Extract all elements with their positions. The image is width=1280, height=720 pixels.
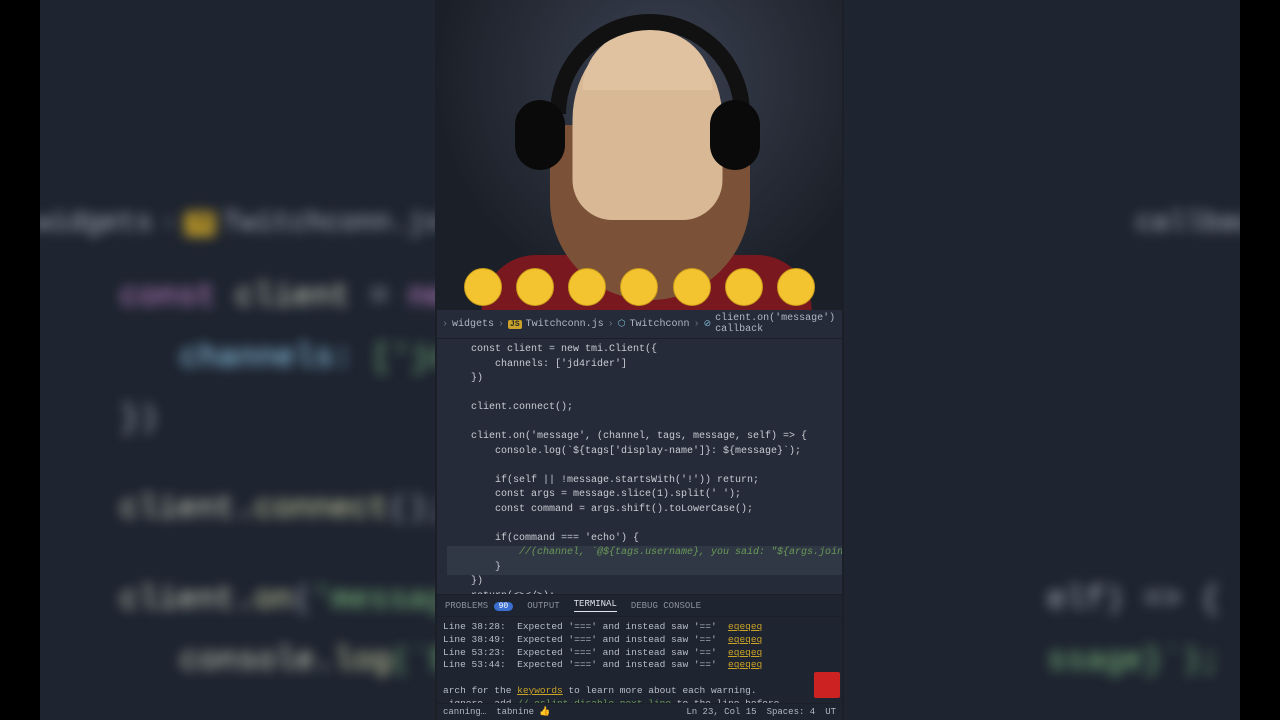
tab-output[interactable]: OUTPUT: [527, 601, 559, 611]
emoji-icon: [725, 268, 763, 306]
chevron-icon: ›: [608, 319, 614, 330]
emoji-icon: [673, 268, 711, 306]
play-icon: [814, 672, 840, 698]
js-icon: JS: [185, 212, 215, 236]
chevron-icon: ›: [160, 208, 177, 239]
chevron-icon: ›: [694, 319, 700, 330]
bg-breadcrumb-file: Twitchconn.js: [223, 208, 441, 239]
symbol-icon: ⬡: [618, 319, 626, 329]
terminal-output[interactable]: Line 38:28: Expected '===' and instead s…: [437, 617, 842, 717]
breadcrumb-symbol[interactable]: Twitchconn: [630, 319, 690, 330]
video-column: › widgets › JS Twitchconn.js › ⬡ Twitchc…: [437, 0, 842, 720]
chevron-icon: ›: [498, 319, 504, 330]
status-encoding[interactable]: UT: [825, 707, 836, 717]
bg-breadcrumb-folder: widgets: [35, 208, 153, 239]
breadcrumb-callback[interactable]: client.on('message') callback: [715, 313, 837, 335]
emoji-icon: [568, 268, 606, 306]
js-icon: JS: [508, 320, 522, 329]
letterbox-right: [1240, 0, 1280, 720]
status-bar: canning… tabnine 👍 Ln 23, Col 15 Spaces:…: [437, 703, 842, 720]
callback-icon: ⊘: [704, 319, 712, 329]
breadcrumb-file[interactable]: Twitchconn.js: [526, 319, 604, 330]
status-scanning[interactable]: canning…: [443, 707, 486, 717]
tab-problems[interactable]: PROBLEMS 90: [445, 601, 513, 611]
tab-debug-console[interactable]: DEBUG CONSOLE: [631, 601, 701, 611]
breadcrumb[interactable]: › widgets › JS Twitchconn.js › ⬡ Twitchc…: [437, 310, 842, 339]
problems-count-badge: 90: [494, 602, 514, 611]
code-editor[interactable]: const client = new tmi.Client({ channels…: [437, 339, 842, 594]
tab-terminal[interactable]: TERMINAL: [574, 599, 617, 612]
emoji-row: [437, 268, 842, 306]
status-indent[interactable]: Spaces: 4: [767, 707, 816, 717]
emoji-icon: [516, 268, 554, 306]
status-cursor-position[interactable]: Ln 23, Col 15: [686, 707, 756, 717]
emoji-icon: [464, 268, 502, 306]
emoji-icon: [777, 268, 815, 306]
breadcrumb-folder[interactable]: widgets: [452, 319, 494, 330]
bottom-panel: PROBLEMS 90 OUTPUT TERMINAL DEBUG CONSOL…: [437, 594, 842, 717]
chevron-icon: ›: [442, 319, 448, 330]
emoji-icon: [620, 268, 658, 306]
panel-tabs: PROBLEMS 90 OUTPUT TERMINAL DEBUG CONSOL…: [437, 594, 842, 617]
webcam-overlay: [437, 0, 842, 310]
letterbox-left: [0, 0, 40, 720]
status-tabnine[interactable]: tabnine 👍: [496, 707, 550, 717]
